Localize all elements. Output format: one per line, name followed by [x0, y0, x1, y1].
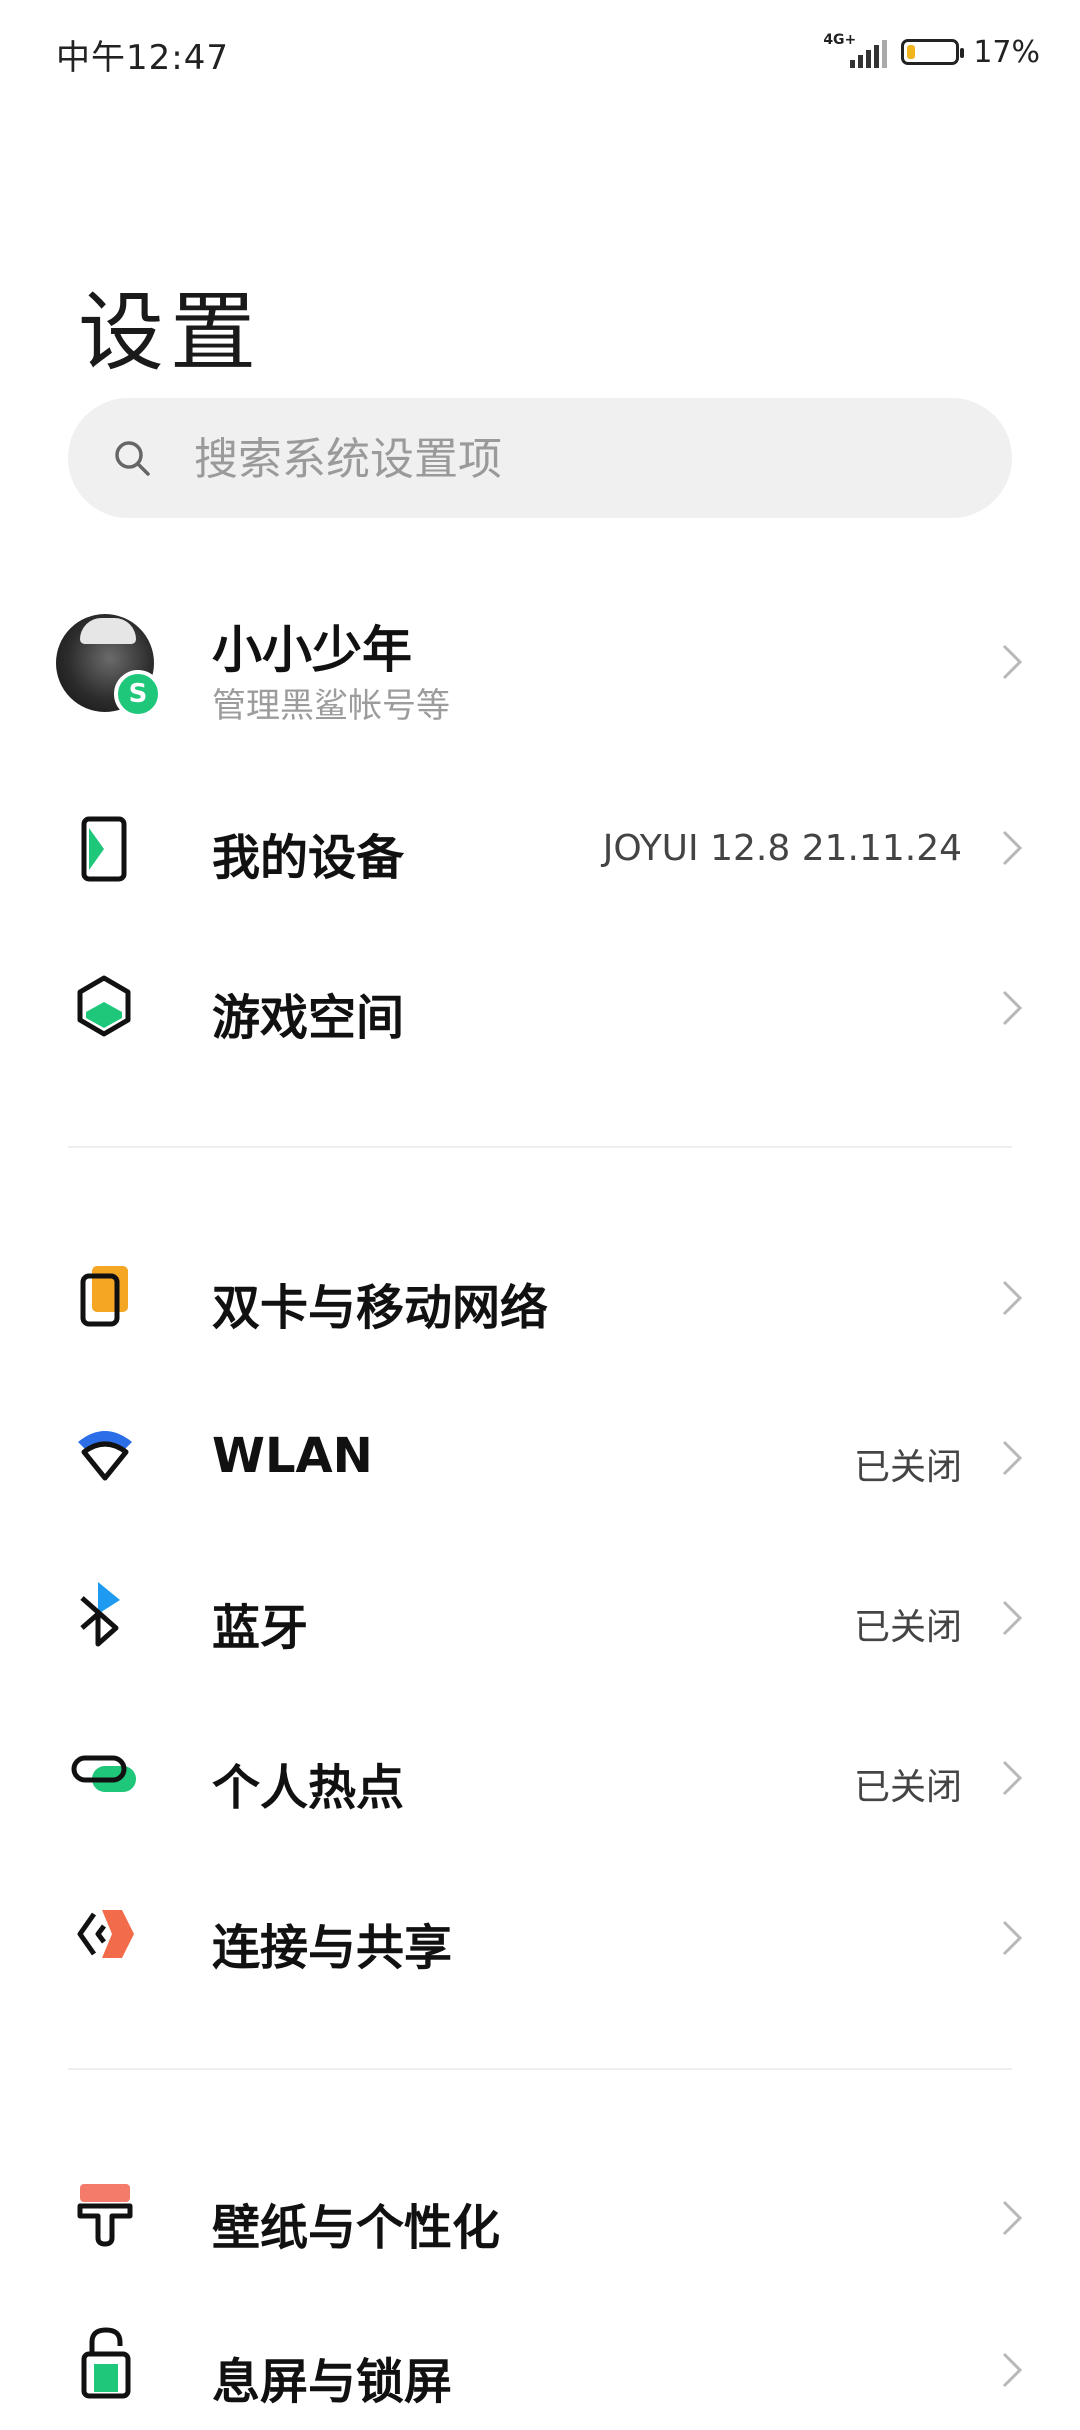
section-divider	[68, 1146, 1012, 1148]
chevron-right-icon	[1002, 644, 1023, 680]
settings-item-connection-share[interactable]: 连接与共享	[0, 1880, 1080, 1990]
account-name: 小小少年	[212, 621, 412, 679]
item-label: 连接与共享	[212, 1920, 453, 1976]
battery-icon	[901, 39, 965, 65]
search-input[interactable]	[192, 422, 956, 496]
item-label: 我的设备	[212, 830, 405, 886]
page-title: 设置	[78, 283, 262, 383]
account-badge-icon: S	[114, 670, 162, 718]
account-row[interactable]	[0, 580, 1080, 740]
chevron-right-icon	[1002, 830, 1023, 866]
item-label: 双卡与移动网络	[212, 1280, 549, 1336]
battery-percent: 17%	[973, 34, 1040, 70]
signal-icon: 4G+	[823, 32, 888, 72]
item-value: 已关闭	[853, 1607, 962, 1648]
item-label: 游戏空间	[212, 990, 405, 1046]
chevron-right-icon	[1002, 990, 1023, 1026]
phone-device-icon	[81, 816, 127, 882]
item-label: WLAN	[212, 1428, 373, 1484]
settings-item-my-device[interactable]: 我的设备 JOYUI 12.8 21.11.24	[0, 790, 1080, 900]
item-label: 蓝牙	[212, 1600, 309, 1656]
item-label: 壁纸与个性化	[212, 2200, 501, 2256]
wifi-icon	[78, 1431, 132, 1481]
chevron-right-icon	[1002, 1920, 1023, 1956]
hotspot-icon	[71, 1755, 136, 1792]
connection-share-icon	[77, 1910, 134, 1958]
chevron-right-icon	[1002, 1760, 1023, 1796]
wallpaper-brush-icon	[77, 2184, 133, 2247]
search-bar[interactable]	[68, 398, 1012, 518]
status-bar: 中午12:47 4G+ 17%	[0, 0, 1080, 110]
bluetooth-icon	[80, 1582, 120, 1647]
item-label: 息屏与锁屏	[212, 2354, 453, 2410]
settings-item-game-space[interactable]: 游戏空间	[0, 950, 1080, 1060]
sim-card-icon	[80, 1266, 128, 1327]
game-space-hexagon-icon	[77, 975, 131, 1037]
status-icons: 4G+ 17%	[823, 30, 1040, 74]
settings-item-hotspot[interactable]: 个人热点 已关闭	[0, 1720, 1080, 1830]
account-subtitle: 管理黑鲨帐号等	[212, 686, 450, 726]
section-divider	[68, 2068, 1012, 2070]
settings-item-lock-screen[interactable]: 息屏与锁屏	[0, 2320, 1080, 2430]
chevron-right-icon	[1002, 2200, 1023, 2236]
settings-item-wallpaper[interactable]: 壁纸与个性化	[0, 2160, 1080, 2270]
item-label: 个人热点	[212, 1760, 405, 1816]
chevron-right-icon	[1002, 2352, 1023, 2388]
item-value: JOYUI 12.8 21.11.24	[602, 828, 962, 869]
chevron-right-icon	[1002, 1280, 1023, 1316]
item-value: 已关闭	[853, 1447, 962, 1488]
settings-item-dual-sim[interactable]: 双卡与移动网络	[0, 1240, 1080, 1350]
item-value: 已关闭	[853, 1767, 962, 1808]
settings-item-bluetooth[interactable]: 蓝牙 已关闭	[0, 1560, 1080, 1670]
chevron-right-icon	[1002, 1600, 1023, 1636]
lock-screen-icon	[81, 2327, 131, 2399]
search-icon	[115, 441, 150, 476]
settings-item-wlan[interactable]: WLAN 已关闭	[0, 1400, 1080, 1510]
status-time: 中午12:47	[56, 38, 229, 78]
chevron-right-icon	[1002, 1440, 1023, 1476]
